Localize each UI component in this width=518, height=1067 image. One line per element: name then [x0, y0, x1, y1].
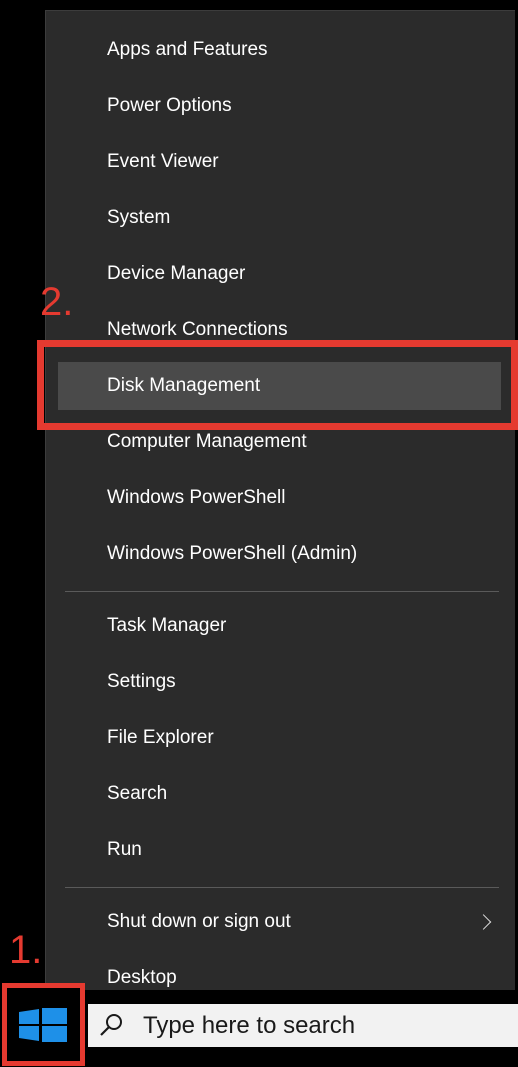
menu-item-event-viewer[interactable]: Event Viewer — [58, 138, 501, 186]
menu-item-windows-powershell-admin[interactable]: Windows PowerShell (Admin) — [58, 530, 501, 578]
search-icon — [100, 1014, 122, 1036]
menu-item-shut-down-or-sign-out[interactable]: Shut down or sign out — [58, 898, 501, 946]
chevron-right-icon — [475, 914, 492, 930]
menu-item-system[interactable]: System — [58, 194, 501, 242]
menu-item-task-manager[interactable]: Task Manager — [58, 602, 501, 650]
menu-item-power-options[interactable]: Power Options — [58, 82, 501, 130]
winx-context-menu: Apps and Features Power Options Event Vi… — [45, 10, 515, 1022]
annotation-step-1: 1. — [9, 928, 43, 972]
menu-separator — [65, 887, 499, 888]
start-button[interactable] — [2, 983, 85, 1066]
highlight-box-disk-management — [37, 340, 518, 430]
annotation-step-2: 2. — [40, 280, 74, 324]
menu-item-run[interactable]: Run — [58, 826, 501, 874]
menu-item-apps-and-features[interactable]: Apps and Features — [58, 26, 501, 74]
menu-item-search[interactable]: Search — [58, 770, 501, 818]
menu-item-settings[interactable]: Settings — [58, 658, 501, 706]
menu-separator — [65, 591, 499, 592]
search-placeholder: Type here to search — [143, 1011, 356, 1039]
taskbar-search-box[interactable]: Type here to search — [88, 1004, 518, 1047]
menu-item-device-manager[interactable]: Device Manager — [58, 250, 501, 298]
menu-item-windows-powershell[interactable]: Windows PowerShell — [58, 474, 501, 522]
windows-logo-icon — [19, 1008, 67, 1042]
menu-item-label: Shut down or sign out — [107, 911, 291, 932]
menu-item-file-explorer[interactable]: File Explorer — [58, 714, 501, 762]
